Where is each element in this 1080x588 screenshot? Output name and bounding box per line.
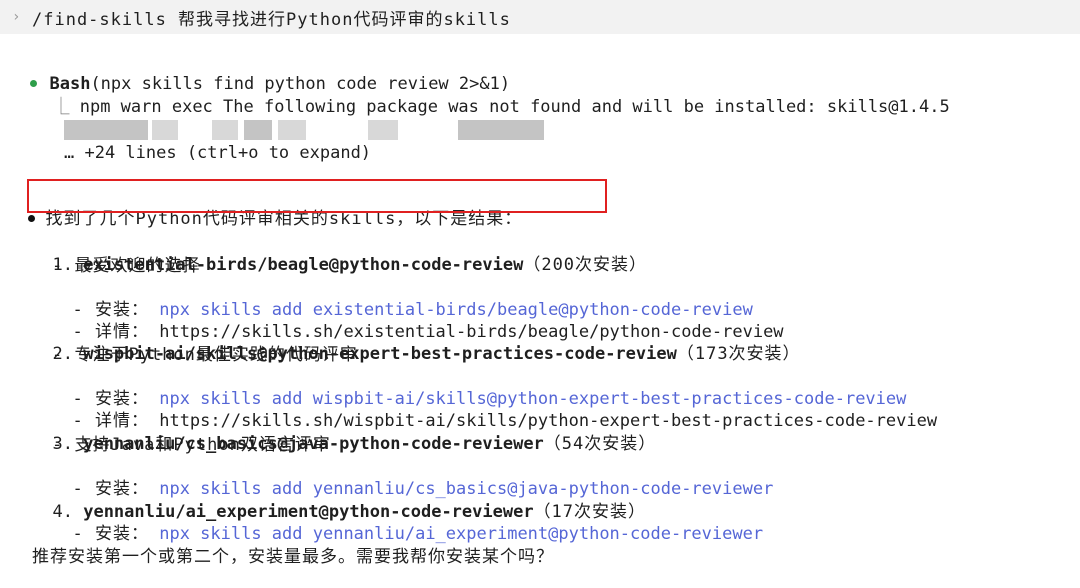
install-line: - 安装： npx skills add yennanliu/ai_experi… [52, 501, 763, 545]
command-text: /find-skills 帮我寻找进行Python代码评审的skills [32, 9, 511, 30]
item-note: - 支持Java和Python双语言评审 [52, 435, 331, 455]
install-count: （54次安装） [543, 434, 657, 454]
redacted-block [278, 120, 306, 140]
redacted-block [244, 120, 272, 140]
closing-text: 推荐安装第一个或第二个，安装量最多。需要我帮你安装某个吗？ [32, 547, 554, 567]
bash-output: ⎿ npm warn exec The following package wa… [32, 74, 950, 118]
install-command-link[interactable]: npx skills add yennanliu/ai_experiment@p… [159, 524, 763, 544]
redacted-block [458, 120, 544, 140]
item-note: - 最受欢迎的选择 [52, 256, 201, 276]
expand-hint[interactable]: … +24 lines (ctrl+o to expand) [64, 142, 371, 164]
install-label: - 安装： [72, 524, 149, 544]
prompt-chevron-icon: › [12, 9, 21, 25]
install-count: （173次安装） [676, 344, 801, 364]
item-note: - 专注于Python最佳实践的代码评审 [52, 345, 358, 365]
bash-output-text: npm warn exec The following package was … [79, 97, 950, 117]
highlight-box [27, 179, 607, 213]
install-count: （200次安装） [523, 255, 648, 275]
redacted-block [64, 120, 148, 140]
command-bar: › /find-skills 帮我寻找进行Python代码评审的skills [0, 0, 1080, 34]
redacted-block [212, 120, 238, 140]
redacted-block [368, 120, 398, 140]
redacted-block [152, 120, 178, 140]
tree-branch-icon: ⎿ [52, 97, 70, 117]
bullet-dot-icon [28, 215, 36, 222]
